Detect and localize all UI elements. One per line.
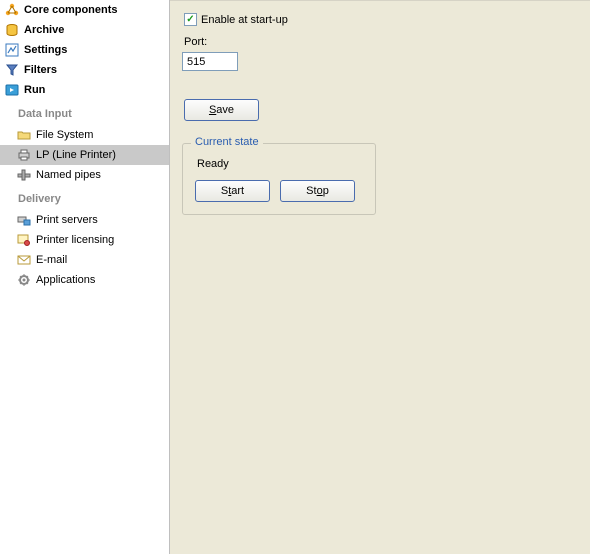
port-input[interactable]	[182, 52, 238, 71]
sidebar-item-archive[interactable]: Archive	[0, 20, 169, 40]
email-icon	[16, 252, 32, 268]
sidebar-label: Printer licensing	[36, 232, 114, 248]
save-button[interactable]: Save	[184, 99, 259, 121]
sidebar-section-data-input: Data Input	[0, 104, 169, 124]
sidebar-label: Filters	[24, 62, 57, 78]
enable-startup-label: Enable at start-up	[201, 14, 288, 26]
printer-icon	[16, 147, 32, 163]
sidebar-label: Settings	[24, 42, 67, 58]
enable-startup-checkbox[interactable]: ✓	[184, 13, 197, 26]
sidebar-label: LP (Line Printer)	[36, 147, 116, 163]
main-panel: ✓ Enable at start-up Port: Save Current …	[170, 0, 590, 554]
sidebar-item-lp[interactable]: LP (Line Printer)	[0, 145, 169, 165]
sidebar-item-run[interactable]: Run	[0, 80, 169, 100]
sidebar-label: Applications	[36, 272, 95, 288]
current-state-group: Current state Ready Start Stop	[182, 143, 376, 215]
sidebar-item-named-pipes[interactable]: Named pipes	[0, 165, 169, 185]
sidebar-item-print-servers[interactable]: Print servers	[0, 210, 169, 230]
sidebar-item-applications[interactable]: Applications	[0, 270, 169, 290]
sidebar-label: Named pipes	[36, 167, 101, 183]
certificate-icon	[16, 232, 32, 248]
print-server-icon	[16, 212, 32, 228]
start-button[interactable]: Start	[195, 180, 270, 202]
pipes-icon	[16, 167, 32, 183]
gear-icon	[16, 272, 32, 288]
sidebar-item-settings[interactable]: Settings	[0, 40, 169, 60]
sidebar-label: File System	[36, 127, 93, 143]
sidebar-item-filters[interactable]: Filters	[0, 60, 169, 80]
sidebar-label: Archive	[24, 22, 64, 38]
sidebar-section-delivery: Delivery	[0, 189, 169, 209]
sidebar-item-printer-licensing[interactable]: Printer licensing	[0, 230, 169, 250]
sidebar-label: Core components	[24, 2, 118, 18]
sidebar-item-core-components[interactable]: Core components	[0, 0, 169, 20]
sidebar: Core components Archive Settings Filters	[0, 0, 170, 554]
run-icon	[4, 82, 20, 98]
status-text: Ready	[197, 158, 365, 170]
sidebar-item-email[interactable]: E-mail	[0, 250, 169, 270]
settings-icon	[4, 42, 20, 58]
enable-startup-row: ✓ Enable at start-up	[184, 13, 578, 26]
group-legend: Current state	[191, 136, 263, 148]
folder-icon	[16, 127, 32, 143]
port-label: Port:	[184, 36, 578, 48]
archive-icon	[4, 22, 20, 38]
app-root: Core components Archive Settings Filters	[0, 0, 590, 554]
components-icon	[4, 2, 20, 18]
sidebar-item-file-system[interactable]: File System	[0, 125, 169, 145]
filter-icon	[4, 62, 20, 78]
sidebar-label: Print servers	[36, 212, 98, 228]
sidebar-label: E-mail	[36, 252, 67, 268]
sidebar-label: Run	[24, 82, 45, 98]
check-icon: ✓	[186, 15, 194, 25]
stop-button[interactable]: Stop	[280, 180, 355, 202]
